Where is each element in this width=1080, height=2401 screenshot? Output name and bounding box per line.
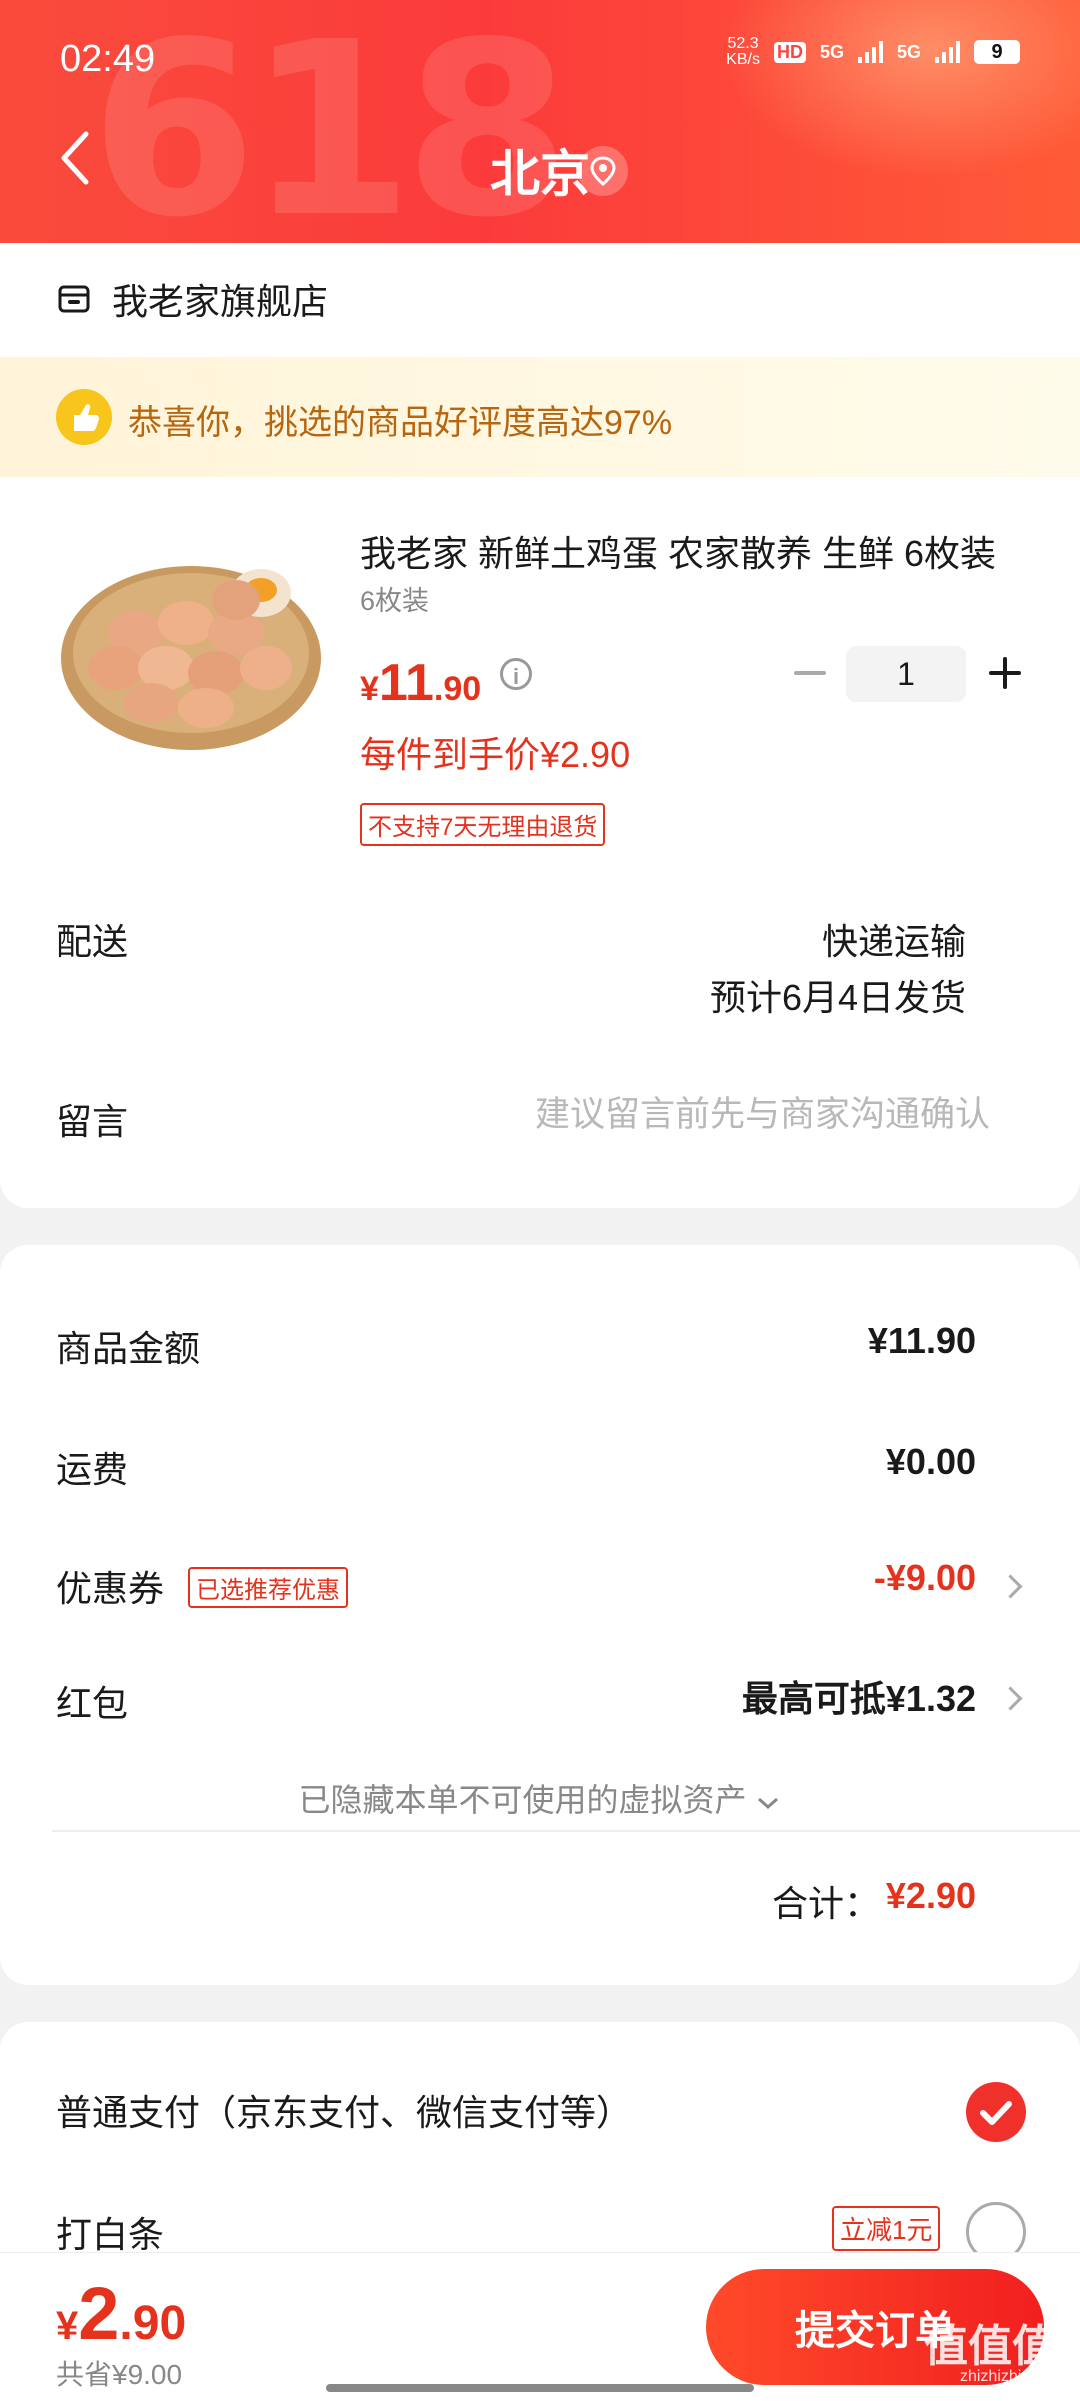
home-indicator[interactable] [326,2384,754,2392]
store-icon [58,285,90,313]
goods-amount-label: 商品金额 [56,1328,201,1369]
location-pin-icon[interactable] [578,146,628,196]
goods-amount-value: ¥11.90 [867,1320,976,1361]
product-title[interactable]: 我老家 新鲜土鸡蛋 农家散养 生鲜 6枚装 [360,525,1020,577]
saved-amount: 共省¥9.00 [56,2359,183,2390]
price-currency: ¥ [360,670,379,708]
coupon-recommended-tag: 已选推荐优惠 [188,1567,348,1608]
signal-5g-label-2: 5G [896,41,921,62]
quantity-value[interactable]: 1 [846,646,966,702]
red-packet-value[interactable]: 最高可抵¥1.32 [742,1670,976,1722]
total-value: ¥2.90 [885,1875,976,1916]
shipping-fee-label: 运费 [56,1449,129,1490]
normal-payment-radio-checked[interactable] [966,2082,1026,2142]
chevron-right-icon[interactable] [998,1574,1023,1599]
net-speed-unit: KB/s [726,51,760,68]
checkmark-icon [980,2101,1012,2125]
hidden-assets-text: 已隐藏本单不可使用的虚拟资产 [298,1782,747,1818]
message-input[interactable] [360,1087,990,1143]
baitiao-payment-label[interactable]: 打白条 [56,2206,164,2258]
watermark-url: zhizhizhi.com [959,2368,1056,2385]
delivery-date: 预计6月4日发货 [709,977,966,1018]
price-summary-card: 商品金额 ¥11.90 运费 ¥0.00 优惠券 已选推荐优惠 -¥9.00 红… [0,1245,1080,1985]
location-title[interactable]: 北京 [0,134,1080,206]
signal-icon-1 [857,41,883,63]
status-icons: 52.3 KB/s HD 5G 5G 9 [726,36,1020,68]
bottom-bar: ¥2.90 共省¥9.00 提交订单 [0,2252,1080,2401]
product-image[interactable] [56,518,326,763]
product-spec: 6枚装 [360,586,430,616]
signal-icon-2 [935,41,960,63]
signal-5g-label-1: 5G [819,41,844,62]
thumbs-up-icon [56,389,112,445]
total-label: 合计： [771,1883,880,1924]
bottom-price-integer: 2 [78,2272,120,2355]
delivery-method[interactable]: 快递运输 [822,913,966,965]
store-row[interactable]: 我老家旗舰店 [56,273,328,325]
promo-618-background: 618 [90,0,571,243]
price-integer: 11 [378,654,434,712]
net-speed: 52.3 KB/s [726,36,760,68]
divider [52,1830,1080,1832]
chevron-down-icon [758,1797,779,1810]
minus-icon [794,671,826,675]
battery-icon: 9 [974,40,1020,64]
net-speed-value: 52.3 [727,35,759,52]
bottom-price-currency: ¥ [56,2304,79,2348]
store-name: 我老家旗舰店 [112,281,329,322]
status-time: 02:49 [60,38,156,80]
price-info-icon[interactable]: i [500,658,532,690]
hd-icon: HD [773,41,806,63]
baitiao-discount-tag: 立减1元 [832,2206,941,2251]
quantity-plus-button[interactable] [985,653,1025,693]
coupon-label: 优惠券 [56,1568,165,1609]
return-policy-badge: 不支持7天无理由退货 [360,803,606,846]
quantity-minus-button[interactable] [790,653,830,693]
shipping-fee-value: ¥0.00 [885,1441,976,1482]
rating-tip-text: 恭喜你，挑选的商品好评度高达97% [128,404,673,442]
order-item-card: 我老家旗舰店 恭喜你，挑选的商品好评度高达97% 我老家 新鲜土鸡蛋 农家散养 … [0,243,1080,1208]
normal-payment-label[interactable]: 普通支付（京东支付、微信支付等） [56,2084,632,2136]
red-packet-label: 红包 [56,1683,129,1724]
product-price: ¥11.90 [360,653,481,713]
per-item-price: 每件到手价¥2.90 [360,734,631,775]
watermark-logo: 值值值 [924,2322,1056,2371]
bottom-price-decimal: .90 [119,2297,187,2350]
bottom-total-price: ¥2.90 [56,2271,186,2356]
plus-icon [989,657,1021,689]
price-decimal: .90 [433,670,482,708]
coupon-value[interactable]: -¥9.00 [874,1557,976,1599]
chevron-right-icon[interactable] [998,1686,1023,1711]
hidden-assets-toggle[interactable]: 已隐藏本单不可使用的虚拟资产 [0,1775,1080,1821]
delivery-label: 配送 [56,921,129,962]
message-label: 留言 [56,1101,129,1142]
